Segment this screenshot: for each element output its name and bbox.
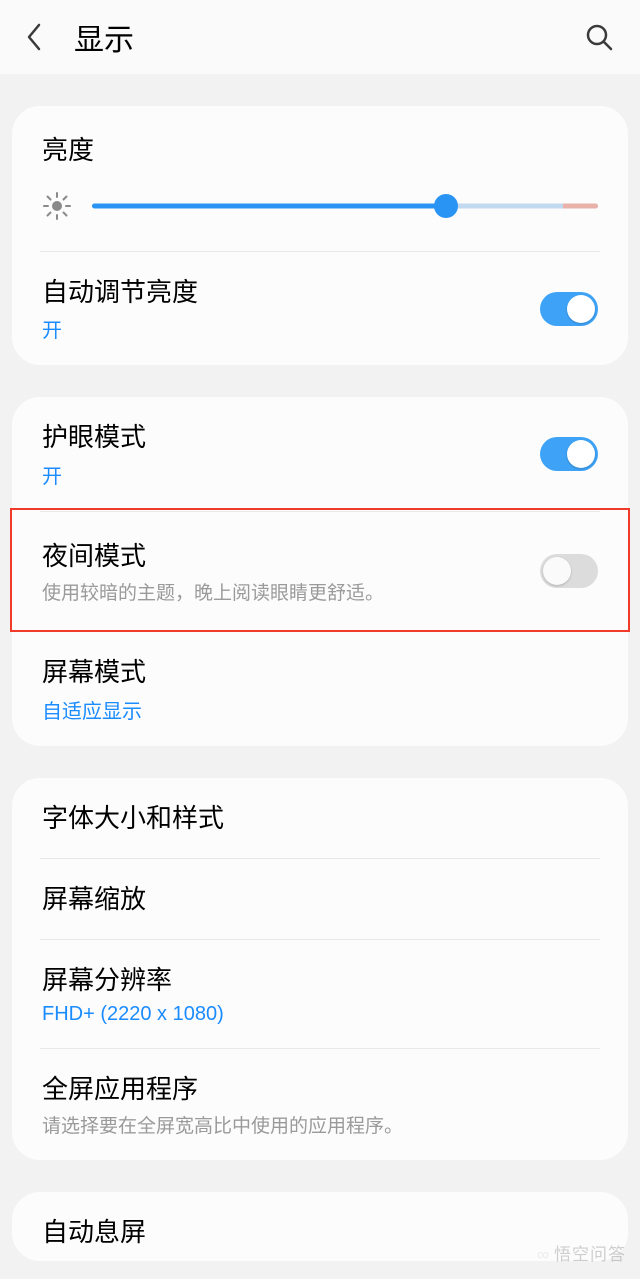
brightness-section: 亮度 [12,106,628,251]
resolution-value: FHD+ (2220 x 1080) [42,1003,598,1026]
watermark-icon: ∞ [537,1245,550,1265]
auto-off-row[interactable]: 自动息屏 [12,1192,628,1260]
search-icon [584,22,614,52]
eye-comfort-title: 护眼模式 [42,419,540,455]
fullscreen-title: 全屏应用程序 [42,1071,598,1107]
display-settings-card: 字体大小和样式 屏幕缩放 屏幕分辨率 FHD+ (2220 x 1080) 全屏… [12,778,628,1161]
brightness-slider[interactable] [92,196,598,216]
screen-mode-row[interactable]: 屏幕模式 自适应显示 [12,632,628,745]
app-header: 显示 [0,0,640,74]
night-mode-row[interactable]: 夜间模式 使用较暗的主题，晚上阅读眼睛更舒适。 [12,512,628,631]
fullscreen-apps-row[interactable]: 全屏应用程序 请选择要在全屏宽高比中使用的应用程序。 [12,1049,628,1160]
auto-off-card: 自动息屏 [12,1192,628,1260]
search-button[interactable] [582,20,616,54]
screen-mode-value: 自适应显示 [42,695,598,724]
eye-comfort-row[interactable]: 护眼模式 开 [12,397,628,510]
night-mode-title: 夜间模式 [42,538,540,574]
resolution-title: 屏幕分辨率 [42,962,598,998]
auto-off-title: 自动息屏 [42,1214,146,1250]
auto-brightness-row[interactable]: 自动调节亮度 开 [12,252,628,365]
brightness-card: 亮度 [12,106,628,365]
back-button[interactable] [24,20,44,54]
screen-mode-title: 屏幕模式 [42,654,598,690]
font-title: 字体大小和样式 [42,800,224,836]
fullscreen-desc: 请选择要在全屏宽高比中使用的应用程序。 [42,1111,598,1138]
night-mode-toggle[interactable] [540,554,598,588]
auto-brightness-status: 开 [42,314,540,343]
night-mode-desc: 使用较暗的主题，晚上阅读眼睛更舒适。 [42,578,540,605]
resolution-row[interactable]: 屏幕分辨率 FHD+ (2220 x 1080) [12,940,628,1047]
display-modes-card: 护眼模式 开 夜间模式 使用较暗的主题，晚上阅读眼睛更舒适。 屏幕模式 自适应显… [12,397,628,745]
zoom-row[interactable]: 屏幕缩放 [12,859,628,939]
chevron-left-icon [26,23,42,51]
auto-brightness-title: 自动调节亮度 [42,274,540,310]
font-row[interactable]: 字体大小和样式 [12,778,628,858]
page-title: 显示 [74,15,582,59]
zoom-title: 屏幕缩放 [42,881,146,917]
eye-comfort-toggle[interactable] [540,437,598,471]
eye-comfort-status: 开 [42,460,540,489]
brightness-label: 亮度 [42,130,598,167]
watermark: ∞悟空问答 [537,1240,626,1265]
auto-brightness-toggle[interactable] [540,292,598,326]
sun-icon [42,191,72,221]
